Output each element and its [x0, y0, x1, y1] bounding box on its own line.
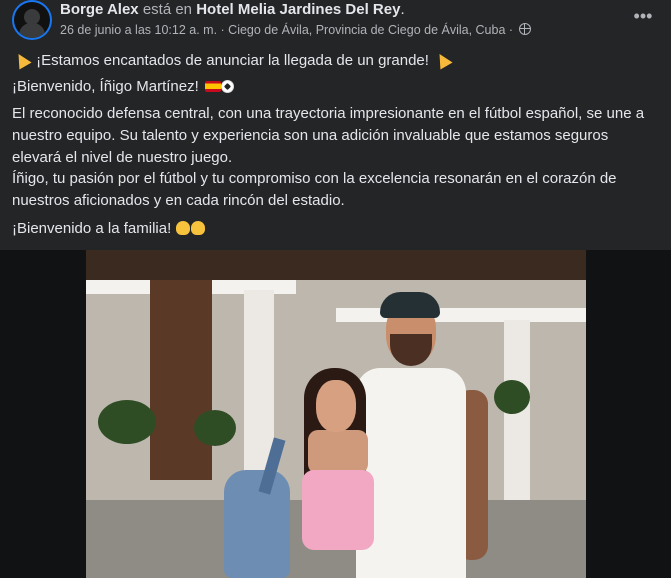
- globe-icon: [518, 23, 531, 35]
- party-popper-icon: [12, 50, 32, 70]
- announcement-text: ¡Estamos encantados de anunciar la llega…: [36, 52, 429, 69]
- author-name[interactable]: Borge Alex: [60, 1, 139, 18]
- photo-man-cap: [380, 292, 440, 318]
- separator-2: ·: [505, 23, 517, 37]
- photo-plant: [494, 380, 530, 414]
- photo-bag: [224, 470, 290, 578]
- photo-plant: [194, 410, 236, 446]
- photo-woman-top: [302, 470, 374, 550]
- post-date[interactable]: 26 de junio a las 10:12 a. m.: [60, 23, 217, 37]
- paragraph-1: ¡Estamos encantados de anunciar la llega…: [12, 50, 453, 72]
- post-photo-area: [0, 250, 671, 578]
- paragraph-2: ¡Bienvenido, Íñigo Martínez!: [12, 76, 234, 98]
- paragraph-5: ¡Bienvenido a la familia!: [12, 218, 206, 240]
- passion-text: Íñigo, tu pasión por el fútbol y tu comp…: [12, 170, 617, 209]
- soccer-ball-icon: [220, 80, 234, 93]
- welcome-name-text: ¡Bienvenido, Íñigo Martínez!: [12, 78, 199, 95]
- more-dots-icon: •••: [633, 6, 653, 26]
- photo-man-shirt: [356, 368, 466, 578]
- separator-1: ·: [217, 23, 229, 37]
- paragraph-3: El reconocido defensa central, con una t…: [12, 103, 652, 169]
- avatar-body-icon: [19, 23, 45, 38]
- photo-woman-face: [316, 380, 356, 432]
- period-text: .: [400, 1, 405, 18]
- party-popper-icon: [433, 50, 453, 70]
- more-options-button[interactable]: •••: [631, 6, 655, 30]
- clapping-hands-icon: [191, 221, 206, 235]
- post-photo[interactable]: [86, 250, 586, 578]
- clapping-hands-icon: [176, 221, 191, 235]
- photo-wood-wall: [150, 280, 212, 480]
- photo-beam: [336, 308, 586, 322]
- place-name[interactable]: Hotel Melia Jardines Del Rey: [196, 1, 400, 18]
- photo-ceiling: [86, 250, 586, 280]
- post-title-line: Borge Alex está en Hotel Melia Jardines …: [60, 1, 405, 19]
- photo-plant: [98, 400, 156, 444]
- post-meta: 26 de junio a las 10:12 a. m. · Ciego de…: [60, 22, 531, 38]
- avatar-image: [14, 2, 50, 38]
- spain-flag-icon: [204, 81, 221, 92]
- post-location[interactable]: Ciego de Ávila, Provincia de Ciego de Áv…: [228, 23, 505, 37]
- photo-man-beard: [390, 334, 432, 366]
- author-avatar[interactable]: [12, 0, 52, 40]
- career-text: El reconocido defensa central, con una t…: [12, 105, 645, 166]
- paragraph-4: Íñigo, tu pasión por el fútbol y tu comp…: [12, 168, 652, 212]
- family-text: ¡Bienvenido a la familia!: [12, 220, 172, 237]
- is-at-text: está en: [142, 1, 193, 18]
- post-header: Borge Alex está en Hotel Melia Jardines …: [12, 0, 659, 44]
- photo-woman-skin: [308, 430, 368, 474]
